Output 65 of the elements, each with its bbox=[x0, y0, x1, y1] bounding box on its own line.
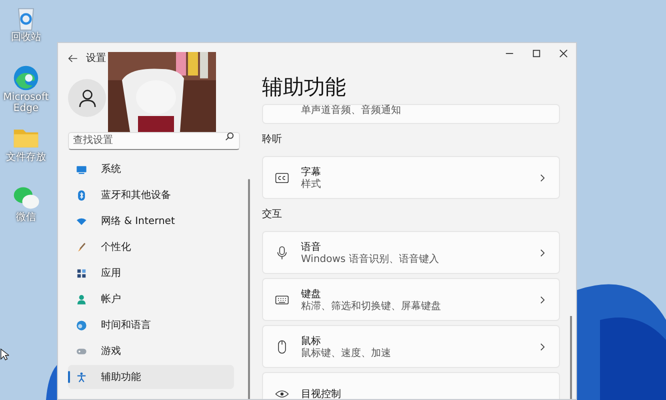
back-arrow-icon[interactable] bbox=[68, 54, 78, 62]
settings-card[interactable]: 目视控制 bbox=[262, 372, 560, 399]
microphone-icon bbox=[275, 246, 289, 260]
wifi-icon bbox=[76, 216, 87, 226]
browser-icon bbox=[12, 64, 40, 92]
card-subtitle: 粘滞、筛选和切换键、屏幕键盘 bbox=[301, 300, 442, 312]
maximize-icon[interactable] bbox=[532, 48, 541, 58]
section-title: 聆听 bbox=[262, 133, 283, 147]
close-icon[interactable] bbox=[559, 48, 568, 58]
sidebar-item[interactable]: 网络 & Internet bbox=[68, 209, 234, 233]
sidebar-item-label: 应用 bbox=[101, 266, 121, 280]
apps-icon bbox=[76, 268, 87, 278]
settings-card[interactable]: 键盘 粘滞、筛选和切换键、屏幕键盘 bbox=[262, 278, 560, 321]
sidebar-item[interactable]: 应用 bbox=[68, 261, 234, 285]
sidebar-item[interactable]: 时间和语言 bbox=[68, 313, 234, 337]
chevron-right-icon bbox=[540, 174, 545, 182]
avatar[interactable] bbox=[68, 79, 106, 117]
globe-icon bbox=[76, 320, 87, 330]
card-title: 字幕 bbox=[301, 166, 322, 178]
page-heading: 辅助功能 bbox=[262, 74, 347, 101]
card-title: 目视控制 bbox=[301, 388, 342, 399]
brush-icon bbox=[76, 242, 87, 252]
person-icon bbox=[76, 294, 87, 304]
window-title: 设置 bbox=[86, 52, 106, 65]
chevron-right-icon bbox=[540, 296, 545, 304]
sidebar-item[interactable]: 帐户 bbox=[68, 287, 234, 311]
search-icon bbox=[225, 132, 234, 141]
sidebar-item-label: 系统 bbox=[101, 162, 121, 176]
card-subtitle: 样式 bbox=[301, 178, 322, 190]
settings-card[interactable]: 单声道音频、音频通知 bbox=[262, 104, 560, 124]
chevron-right-icon bbox=[540, 248, 545, 256]
captions-icon bbox=[275, 170, 289, 184]
sidebar-item-label: 蓝牙和其他设备 bbox=[101, 188, 171, 202]
card-subtitle: Windows 语音识别、语音键入 bbox=[301, 254, 440, 266]
keyboard-icon bbox=[275, 292, 289, 306]
card-title: 语音 bbox=[301, 240, 322, 254]
monitor-icon bbox=[76, 164, 87, 174]
sidebar-item-label: 时间和语言 bbox=[101, 318, 151, 332]
mouse-pointer-icon bbox=[0, 348, 9, 361]
mouse-icon bbox=[275, 340, 289, 354]
section-title: 交互 bbox=[262, 208, 283, 222]
sidebar-item-label: 辅助功能 bbox=[101, 370, 141, 384]
chevron-right-icon bbox=[540, 342, 545, 350]
card-title: 鼠标 bbox=[301, 334, 322, 348]
sidebar-item[interactable]: 系统 bbox=[68, 157, 234, 181]
sidebar-item[interactable]: 蓝牙和其他设备 bbox=[68, 183, 234, 207]
user-icon bbox=[78, 88, 96, 108]
sidebar-item-label: 网络 & Internet bbox=[101, 215, 175, 228]
sidebar-item[interactable]: 个性化 bbox=[68, 235, 234, 259]
card-subtitle: 鼠标键、速度、加速 bbox=[301, 348, 392, 360]
sidebar-item-label: 帐户 bbox=[101, 292, 121, 306]
sidebar-item-label: 个性化 bbox=[101, 240, 131, 254]
settings-card[interactable]: 语音 Windows 语音识别、语音键入 bbox=[262, 231, 560, 274]
wallpaper-swirl bbox=[46, 365, 57, 400]
settings-card[interactable]: 鼠标 鼠标键、速度、加速 bbox=[262, 325, 560, 368]
sidebar-item[interactable]: 辅助功能 bbox=[68, 365, 234, 389]
card-title: 键盘 bbox=[301, 288, 322, 300]
selection-indicator bbox=[68, 371, 70, 383]
sidebar-item-label: 游戏 bbox=[101, 344, 121, 358]
bluetooth-icon bbox=[76, 190, 87, 200]
accessibility-icon bbox=[76, 372, 87, 382]
settings-card[interactable]: 字幕 样式 bbox=[262, 156, 560, 199]
sidebar-item[interactable]: 游戏 bbox=[68, 339, 234, 363]
search-field[interactable]: 查找设置 bbox=[68, 132, 240, 150]
card-subtitle: 单声道音频、音频通知 bbox=[301, 105, 401, 117]
